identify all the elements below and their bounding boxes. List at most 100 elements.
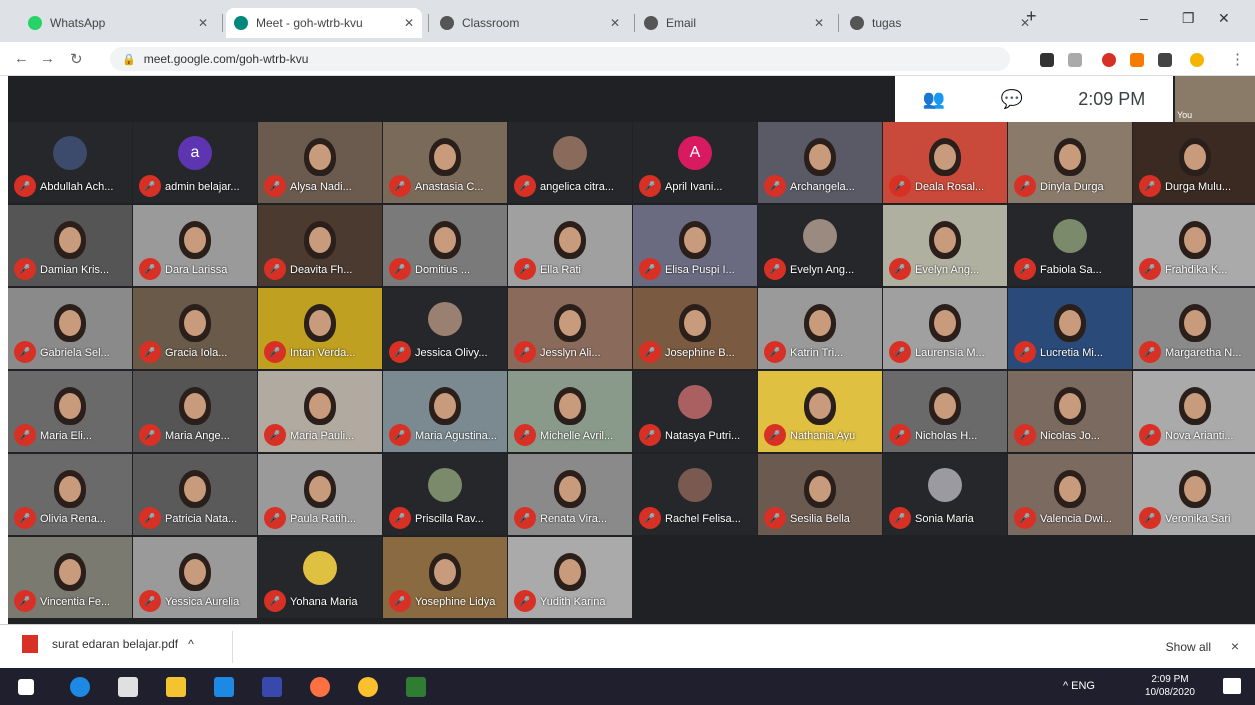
participant-tile[interactable]: 🎤 Natasya Putri...: [633, 371, 757, 452]
edge-icon[interactable]: [70, 677, 90, 697]
notification-icon[interactable]: [1223, 678, 1241, 694]
participant-tile[interactable]: 🎤 Yudith Karina: [508, 537, 632, 618]
participant-tile[interactable]: 🎤 Katrin Tri...: [758, 288, 882, 369]
participant-tile[interactable]: 🎤 Nova Arianti...: [1133, 371, 1255, 452]
participant-tile[interactable]: 🎤 Ella Rati: [508, 205, 632, 286]
participant-tile[interactable]: 🎤 Yohana Maria: [258, 537, 382, 618]
browser-tab[interactable]: Meet - goh-wtrb-kvu ✕: [226, 8, 422, 38]
participant-tile[interactable]: 🎤 Paula Ratih...: [258, 454, 382, 535]
grid-view-icon[interactable]: ▦: [1153, 79, 1170, 100]
browser-tab[interactable]: tugas ✕: [842, 8, 1038, 38]
new-tab-button[interactable]: +: [1026, 6, 1037, 27]
excel-icon[interactable]: [406, 677, 426, 697]
participant-tile[interactable]: 🎤 Yessica Aurelia: [133, 537, 257, 618]
participant-tile[interactable]: 🎤 Maria Ange...: [133, 371, 257, 452]
url-field[interactable]: 🔒 meet.google.com/goh-wtrb-kvu: [110, 47, 1010, 71]
reload-button[interactable]: ↻: [70, 50, 83, 68]
back-button[interactable]: ←: [14, 50, 29, 67]
mail-icon[interactable]: [214, 677, 234, 697]
window-minimize-button[interactable]: –: [1140, 10, 1148, 26]
participant-tile[interactable]: 🎤 Laurensia M...: [883, 288, 1007, 369]
participant-tile[interactable]: 🎤 Deala Rosal...: [883, 122, 1007, 203]
participant-tile[interactable]: 🎤 Frahdika K...: [1133, 205, 1255, 286]
participant-tile[interactable]: 🎤 Rachel Felisa...: [633, 454, 757, 535]
taskbar-clock[interactable]: 2:09 PM 10/08/2020: [1145, 673, 1195, 699]
participant-tile[interactable]: 🎤 Sonia Maria: [883, 454, 1007, 535]
participant-tile[interactable]: 🎤 Nicholas H...: [883, 371, 1007, 452]
participant-tile[interactable]: 🎤 Domitius ...: [383, 205, 507, 286]
star-icon[interactable]: [1068, 53, 1082, 67]
participant-tile[interactable]: 🎤 Margaretha N...: [1133, 288, 1255, 369]
participant-tile[interactable]: 🎤 Elisa Puspi I...: [633, 205, 757, 286]
window-close-button[interactable]: ✕: [1218, 10, 1230, 27]
participant-tile[interactable]: 🎤 Deavita Fh...: [258, 205, 382, 286]
participant-tile[interactable]: 🎤 Josephine B...: [633, 288, 757, 369]
participant-tile[interactable]: 🎤 Michelle Avril...: [508, 371, 632, 452]
browser-tab[interactable]: Email ✕: [636, 8, 832, 38]
participant-name: Rachel Felisa...: [665, 513, 741, 525]
participant-tile[interactable]: 🎤 Abdullah Ach...: [8, 122, 132, 203]
participant-tile[interactable]: 🎤 Renata Vira...: [508, 454, 632, 535]
word-icon[interactable]: [262, 677, 282, 697]
file-explorer-icon[interactable]: [166, 677, 186, 697]
participant-tile[interactable]: a 🎤 admin belajar...: [133, 122, 257, 203]
participant-tile[interactable]: 🎤 Maria Agustina...: [383, 371, 507, 452]
tab-close-icon[interactable]: ✕: [814, 16, 824, 30]
participant-tile[interactable]: 🎤 Jesslyn Ali...: [508, 288, 632, 369]
window-maximize-button[interactable]: ❐: [1182, 10, 1195, 27]
participant-tile[interactable]: 🎤 Intan Verda...: [258, 288, 382, 369]
browser-tab[interactable]: WhatsApp ✕: [20, 8, 216, 38]
participant-tile[interactable]: 🎤 Dinyla Durga: [1008, 122, 1132, 203]
participant-tile[interactable]: 🎤 Damian Kris...: [8, 205, 132, 286]
mic-off-icon: 🎤: [639, 341, 661, 363]
extension-icon[interactable]: [1130, 53, 1144, 67]
system-tray[interactable]: ^ ENG: [1063, 680, 1095, 692]
browser-tab[interactable]: Classroom ✕: [432, 8, 628, 38]
camera-icon[interactable]: [1040, 53, 1054, 67]
participant-tile[interactable]: 🎤 Nicolas Jo...: [1008, 371, 1132, 452]
extension-icon[interactable]: [1102, 53, 1116, 67]
tab-close-icon[interactable]: ✕: [198, 16, 208, 30]
chevron-up-icon[interactable]: ^: [188, 637, 194, 651]
people-icon[interactable]: 👥: [923, 89, 945, 110]
participant-tile[interactable]: 🎤 Yosephine Lidya: [383, 537, 507, 618]
participant-tile[interactable]: 🎤 Maria Pauli...: [258, 371, 382, 452]
participant-tile[interactable]: 🎤 Gabriela Sel...: [8, 288, 132, 369]
participant-tile[interactable]: 🎤 Archangela...: [758, 122, 882, 203]
windows-start-icon[interactable]: [18, 679, 34, 695]
participant-tile[interactable]: 🎤 Dara Larissa: [133, 205, 257, 286]
participant-tile[interactable]: 🎤 Valencia Dwi...: [1008, 454, 1132, 535]
show-all-button[interactable]: Show all: [1166, 640, 1211, 654]
participant-tile[interactable]: 🎤 Jessica Olivy...: [383, 288, 507, 369]
participant-tile[interactable]: 🎤 Evelyn Ang...: [758, 205, 882, 286]
chrome-icon[interactable]: [358, 677, 378, 697]
store-icon[interactable]: [118, 677, 138, 697]
participant-tile[interactable]: 🎤 Lucretia Mi...: [1008, 288, 1132, 369]
download-item[interactable]: surat edaran belajar.pdf ^: [22, 635, 194, 653]
close-download-bar-button[interactable]: ×: [1231, 638, 1239, 654]
participant-tile[interactable]: 🎤 Evelyn Ang...: [883, 205, 1007, 286]
firefox-icon[interactable]: [310, 677, 330, 697]
participant-tile[interactable]: 🎤 Priscilla Rav...: [383, 454, 507, 535]
participant-tile[interactable]: 🎤 Alysa Nadi...: [258, 122, 382, 203]
participant-tile[interactable]: 🎤 Sesilia Bella: [758, 454, 882, 535]
tab-close-icon[interactable]: ✕: [610, 16, 620, 30]
participant-tile[interactable]: A 🎤 April Ivani...: [633, 122, 757, 203]
menu-icon[interactable]: ⋮: [1230, 50, 1245, 68]
participant-tile[interactable]: 🎤 angelica citra...: [508, 122, 632, 203]
participant-tile[interactable]: 🎤 Anastasia C...: [383, 122, 507, 203]
puzzle-icon[interactable]: [1158, 53, 1172, 67]
participant-tile[interactable]: 🎤 Durga Mulu...: [1133, 122, 1255, 203]
forward-button[interactable]: →: [40, 50, 55, 67]
participant-tile[interactable]: 🎤 Olivia Rena...: [8, 454, 132, 535]
participant-tile[interactable]: 🎤 Nathania Ayu: [758, 371, 882, 452]
chat-icon[interactable]: 💬: [1000, 89, 1022, 110]
participant-tile[interactable]: 🎤 Veronika Sari: [1133, 454, 1255, 535]
profile-icon[interactable]: [1190, 53, 1204, 67]
participant-tile[interactable]: 🎤 Maria Eli...: [8, 371, 132, 452]
participant-tile[interactable]: 🎤 Vincentia Fe...: [8, 537, 132, 618]
participant-tile[interactable]: 🎤 Gracia Iola...: [133, 288, 257, 369]
participant-tile[interactable]: 🎤 Patricia Nata...: [133, 454, 257, 535]
participant-tile[interactable]: 🎤 Fabiola Sa...: [1008, 205, 1132, 286]
tab-close-icon[interactable]: ✕: [404, 16, 414, 30]
